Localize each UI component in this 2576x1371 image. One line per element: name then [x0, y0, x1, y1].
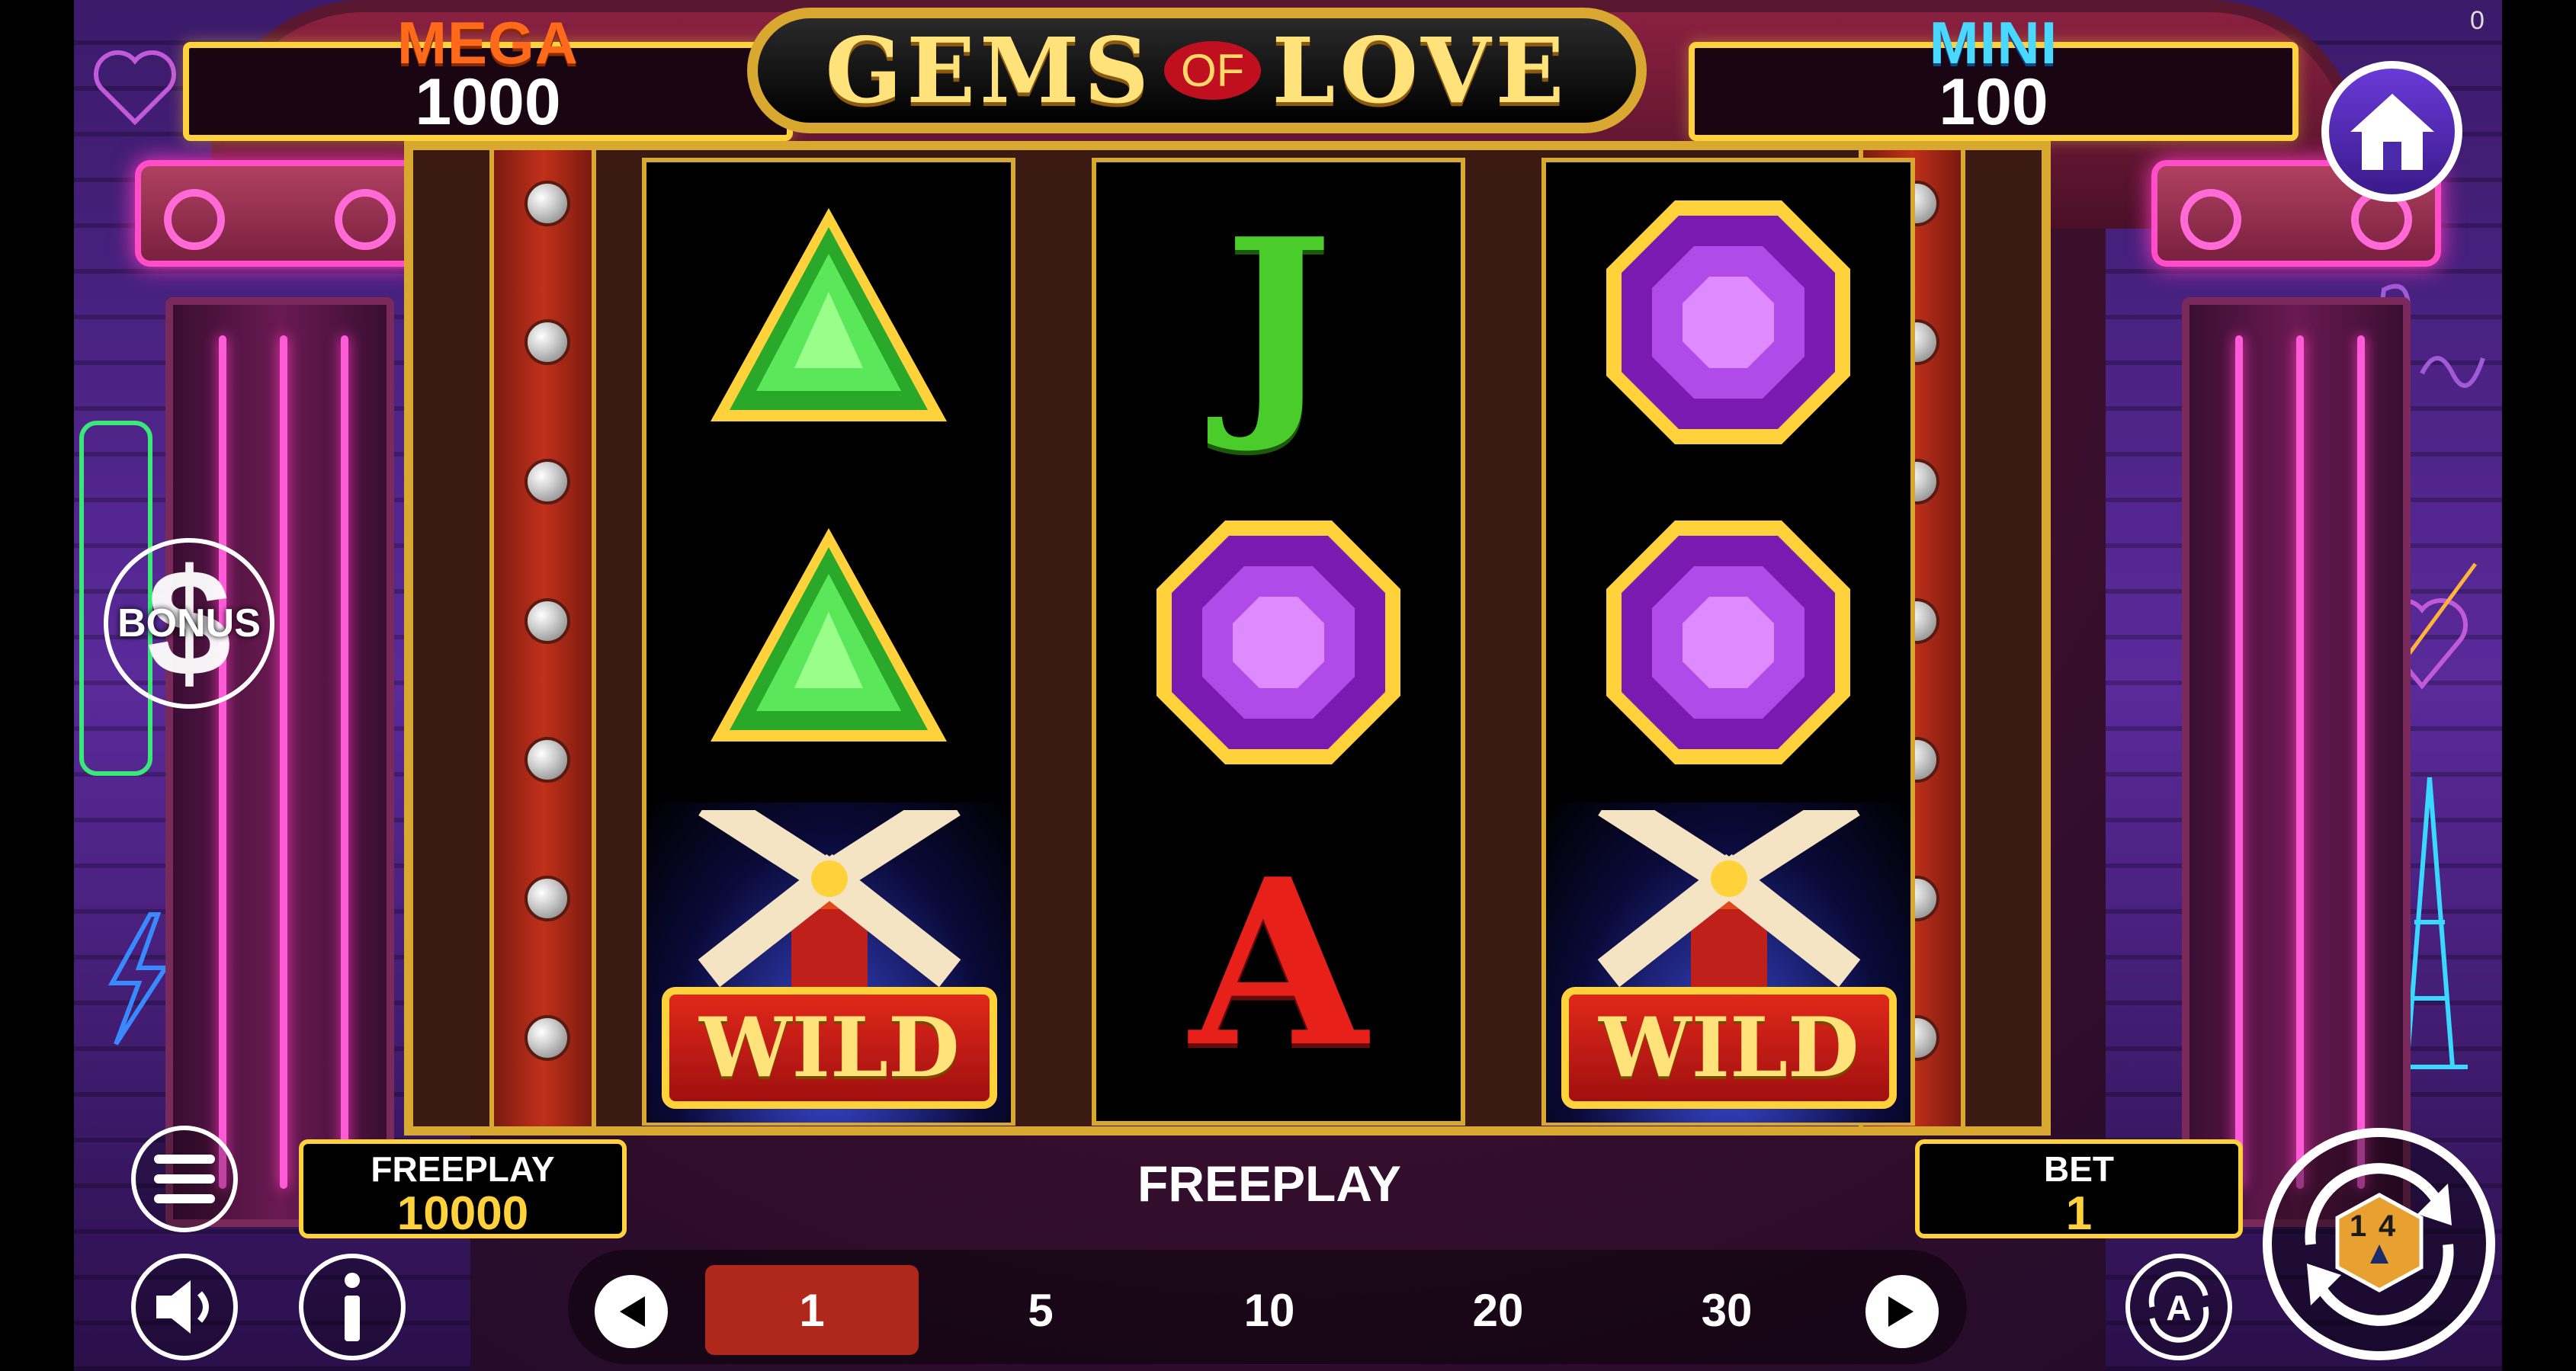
- neon-heart-icon: [94, 50, 176, 126]
- bet-decrease-button[interactable]: [595, 1275, 668, 1348]
- bet-box: BET 1: [1915, 1139, 2243, 1240]
- bet-option-20[interactable]: 20: [1391, 1265, 1605, 1355]
- symbol-purple-gem: [1546, 482, 1910, 802]
- mini-jackpot: MINI 100: [1689, 9, 2299, 141]
- letter-j: J: [1224, 187, 1333, 457]
- spin-counter-bottom: 4: [2379, 1209, 2396, 1243]
- purple-octagon-gem-icon: [1156, 521, 1400, 764]
- light-strip-left: [489, 150, 596, 1126]
- reel-2: J A: [1092, 158, 1465, 1126]
- wild-label: WILD: [1599, 1000, 1859, 1096]
- logo-word-of: OF: [1164, 41, 1262, 100]
- reel-1: WILD: [642, 158, 1015, 1126]
- corner-counter: 0: [2470, 6, 2485, 35]
- bonus-button[interactable]: $ BONUS: [104, 538, 274, 709]
- bet-value: 1: [2065, 1187, 2093, 1240]
- mega-jackpot-value: 1000: [415, 66, 561, 139]
- sound-button[interactable]: [131, 1254, 238, 1360]
- bet-option-5[interactable]: 5: [934, 1265, 1147, 1355]
- bet-option-10[interactable]: 10: [1163, 1265, 1376, 1355]
- freeplay-value: 10000: [396, 1187, 529, 1240]
- info-icon: [345, 1273, 360, 1341]
- logo-word-love: LOVE: [1272, 18, 1569, 123]
- wild-plate: WILD: [662, 987, 997, 1109]
- game-logo: GEMS OF LOVE: [747, 8, 1647, 133]
- letter-a: A: [1189, 828, 1368, 1097]
- green-triangle-gem-icon: [711, 208, 947, 421]
- freeplay-balance-box: FREEPLAY 10000: [299, 1139, 627, 1240]
- arrow-left-icon: [620, 1296, 645, 1327]
- pillar-right: [2151, 160, 2441, 1227]
- symbol-green-gem: [646, 162, 1011, 482]
- symbol-j: J: [1096, 162, 1461, 482]
- mini-jackpot-value: 100: [1939, 66, 2048, 139]
- purple-octagon-gem-icon: [1606, 200, 1850, 444]
- spin-icon: [2304, 1162, 2454, 1326]
- spin-counter-top: 1: [2350, 1209, 2367, 1243]
- logo-word-gems: GEMS: [825, 18, 1154, 123]
- menu-button[interactable]: [131, 1126, 238, 1232]
- reel-frame: WILD J A WILD: [404, 141, 2051, 1136]
- svg-text:A: A: [2166, 1288, 2191, 1328]
- bonus-label: BONUS: [117, 601, 261, 645]
- symbol-purple-gem: [1546, 162, 1910, 482]
- symbol-wild: WILD: [1546, 802, 1910, 1123]
- hamburger-menu-icon: [154, 1155, 215, 1203]
- arrow-right-icon: [1888, 1296, 1914, 1327]
- mega-jackpot: MEGA 1000: [183, 9, 793, 141]
- spin-button[interactable]: 1 4: [2263, 1128, 2495, 1360]
- green-triangle-gem-icon: [711, 528, 947, 742]
- symbol-purple-gem: [1096, 482, 1461, 802]
- reel-3: WILD: [1541, 158, 1915, 1126]
- info-button[interactable]: [299, 1254, 406, 1360]
- freeplay-label: FREEPLAY: [371, 1149, 555, 1189]
- symbol-green-gem: [646, 482, 1011, 802]
- wild-label: WILD: [699, 1000, 960, 1096]
- status-message: FREEPLAY: [1137, 1155, 1401, 1212]
- home-icon: [2350, 93, 2434, 170]
- wild-plate: WILD: [1561, 987, 1897, 1109]
- symbol-a: A: [1096, 802, 1461, 1123]
- bet-label: BET: [2044, 1149, 2114, 1189]
- symbol-wild: WILD: [646, 802, 1011, 1123]
- game-screen: MEGA 1000 MINI 100 GEMS OF LOVE WILD J A…: [0, 0, 2576, 1371]
- home-button[interactable]: [2321, 61, 2462, 202]
- speaker-icon: [156, 1280, 209, 1334]
- bet-option-30[interactable]: 30: [1620, 1265, 1833, 1355]
- autoplay-icon: A: [2148, 1271, 2209, 1343]
- autoplay-button[interactable]: A: [2125, 1254, 2232, 1360]
- purple-octagon-gem-icon: [1606, 521, 1850, 764]
- bet-increase-button[interactable]: [1865, 1275, 1939, 1348]
- bet-option-1[interactable]: 1: [705, 1265, 919, 1355]
